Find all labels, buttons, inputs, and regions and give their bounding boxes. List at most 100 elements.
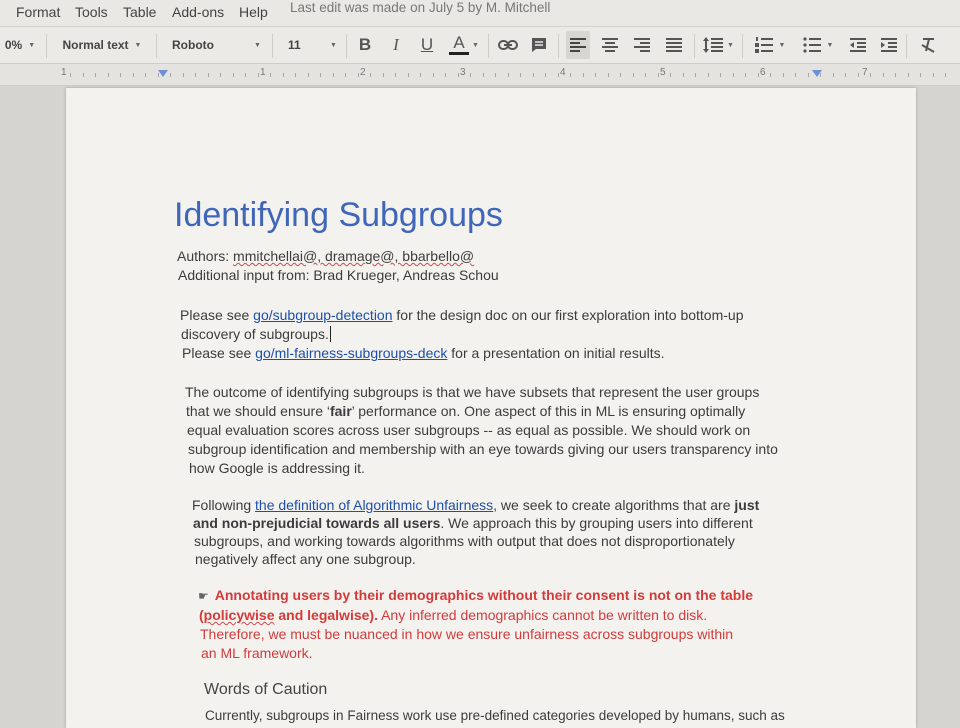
ruler-tick — [920, 73, 921, 77]
ruler-number: 3 — [460, 67, 466, 78]
align-center-icon[interactable] — [598, 27, 622, 63]
ruler-tick — [408, 73, 409, 77]
toolbar-divider — [346, 34, 347, 58]
menu-help[interactable]: Help — [239, 4, 268, 20]
zoom-value: 0% — [4, 38, 23, 52]
menu-tools[interactable]: Tools — [75, 4, 108, 20]
chevron-down-icon: ▼ — [134, 41, 142, 49]
additional-input-value: Brad Krueger, Andreas Schou — [313, 267, 499, 283]
document-page[interactable]: Identifying Subgroups Authors: mmitchell… — [66, 88, 916, 728]
ruler-tick — [783, 73, 784, 77]
bulleted-list-icon[interactable]: ▼ — [798, 27, 838, 63]
paragraph-line: subgroup identification and membership w… — [188, 441, 778, 457]
menu-format[interactable]: Format — [16, 4, 60, 20]
ruler-tick — [220, 73, 221, 77]
ruler-tick — [170, 73, 171, 77]
align-left-icon[interactable] — [566, 31, 590, 59]
text-color-letter: A — [453, 33, 465, 52]
ruler-tick — [595, 73, 596, 77]
text-run: . We approach this by grouping users int… — [440, 515, 753, 531]
align-right-icon[interactable] — [630, 27, 654, 63]
text-run: and legalwise). — [274, 607, 378, 623]
increase-indent-icon[interactable] — [877, 27, 901, 63]
menu-add-ons[interactable]: Add-ons — [172, 4, 224, 20]
fairness-deck-link[interactable]: go/ml-fairness-subgroups-deck — [255, 345, 447, 361]
font-select[interactable]: Roboto ▼ — [164, 27, 264, 63]
text-run: Following — [192, 497, 256, 513]
decrease-indent-icon[interactable] — [846, 27, 870, 63]
ruler-tick — [670, 73, 671, 77]
chevron-down-icon: ▼ — [472, 41, 479, 49]
chevron-down-icon: ▼ — [330, 41, 337, 49]
menu-table[interactable]: Table — [123, 4, 156, 20]
link-icon[interactable] — [496, 27, 520, 63]
toolbar-divider — [46, 34, 47, 58]
ruler-tick — [83, 73, 84, 77]
paragraph-style-select[interactable]: Normal text ▼ — [54, 27, 150, 63]
ruler-tick — [245, 73, 246, 77]
chevron-down-icon: ▼ — [778, 41, 786, 49]
text-run: Please see — [182, 345, 256, 361]
text-color-button[interactable]: A ▼ — [446, 27, 482, 63]
justify-icon[interactable] — [662, 27, 686, 63]
comment-icon[interactable] — [527, 27, 551, 63]
text-color-swatch — [449, 52, 470, 55]
line-spacing-icon[interactable]: ▼ — [700, 27, 736, 63]
ruler-tick — [908, 73, 909, 77]
text-run: just — [734, 497, 760, 513]
toolbar-divider — [272, 34, 273, 58]
italic-button[interactable]: I — [384, 27, 408, 63]
ruler-number: 6 — [760, 67, 766, 78]
clear-formatting-icon[interactable] — [916, 27, 940, 63]
ruler-number: 4 — [560, 67, 566, 78]
paragraph-line: Please see go/ml-fairness-subgroups-deck… — [182, 345, 665, 361]
ruler-tick — [758, 73, 759, 77]
ruler-tick — [658, 73, 659, 77]
ruler-tick — [258, 73, 259, 77]
authors-line: Authors: mmitchellai@, dramage@, bbarbel… — [177, 248, 474, 264]
ruler-tick — [933, 73, 934, 77]
ruler-tick — [545, 73, 546, 77]
paragraph-line: discovery of subgroups. — [181, 326, 332, 342]
ruler-tick — [345, 73, 346, 77]
ruler-tick — [770, 73, 771, 77]
ruler-tick — [820, 73, 821, 77]
left-indent-marker[interactable] — [158, 70, 168, 77]
paragraph-line: an ML framework. — [201, 645, 313, 661]
subgroup-detection-link[interactable]: go/subgroup-detection — [253, 307, 392, 323]
ruler-tick — [795, 73, 796, 77]
font-value: Roboto — [172, 38, 214, 52]
ruler-tick — [633, 73, 634, 77]
last-edit-link[interactable]: Last edit was made on July 5 by M. Mitch… — [290, 0, 550, 15]
ruler-tick — [445, 73, 446, 77]
authors-label: Authors: — [177, 248, 230, 264]
ruler-tick — [470, 73, 471, 77]
toolbar-divider — [906, 34, 907, 58]
chevron-down-icon: ▼ — [28, 41, 36, 49]
text-run: that we should ensure ‘ — [186, 403, 330, 419]
ruler-tick — [333, 73, 334, 77]
font-size-select[interactable]: 11 ▼ — [280, 27, 340, 63]
chevron-down-icon: ▼ — [826, 41, 834, 49]
ruler-tick — [708, 73, 709, 77]
text-cursor — [329, 326, 332, 342]
ruler-tick — [495, 73, 496, 77]
ruler-tick — [195, 73, 196, 77]
text-run: ’ performance on. One aspect of this in … — [351, 403, 746, 419]
bold-button[interactable]: B — [353, 27, 377, 63]
text-run: fair — [329, 403, 352, 419]
underline-button[interactable]: U — [415, 27, 439, 63]
ruler-tick — [270, 73, 271, 77]
ruler[interactable]: 1 1 2 3 4 5 6 7 — [0, 64, 960, 86]
zoom-select[interactable]: 0% ▼ — [0, 27, 40, 63]
text-run: Annotating users by their demographics w… — [214, 587, 754, 603]
text-run: for a presentation on initial results. — [447, 345, 665, 361]
chevron-down-icon: ▼ — [727, 41, 734, 49]
algorithmic-unfairness-link[interactable]: the definition of Algorithmic Unfairness — [255, 497, 493, 513]
ruler-number: 5 — [660, 67, 666, 78]
numbered-list-icon[interactable]: ▼ — [750, 27, 790, 63]
paragraph-style-value: Normal text — [62, 38, 129, 52]
ruler-tick — [883, 73, 884, 77]
ruler-tick — [845, 73, 846, 77]
ruler-tick — [870, 73, 871, 77]
